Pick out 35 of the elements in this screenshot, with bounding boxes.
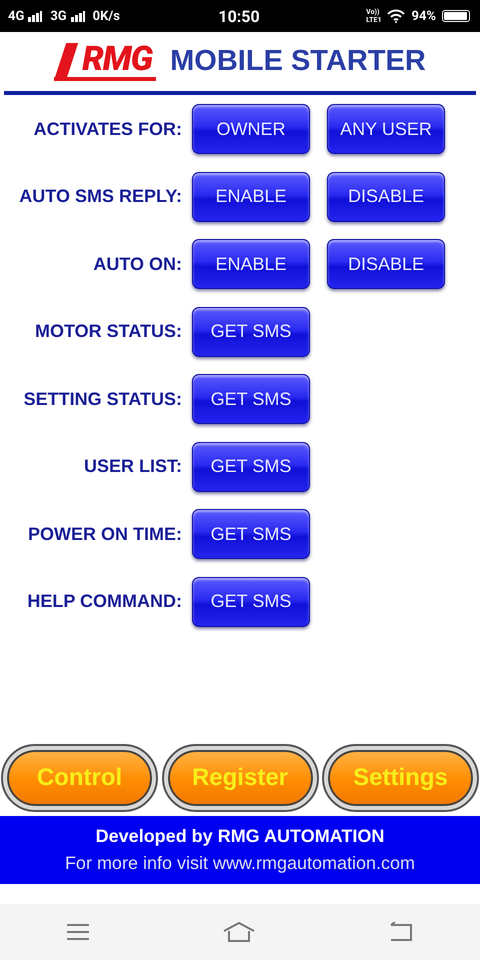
option-button[interactable]: ENABLE: [192, 239, 310, 289]
option-button[interactable]: OWNER: [192, 104, 310, 154]
setting-label: SETTING STATUS:: [22, 388, 183, 410]
credit-text: Developed by RMG AUTOMATION: [96, 826, 384, 846]
option-button[interactable]: GET SMS: [192, 374, 310, 424]
setting-label: ACTIVATES FOR:: [32, 118, 183, 140]
battery-icon: [442, 10, 470, 22]
option-button[interactable]: ANY USER: [327, 104, 445, 154]
wifi-icon: [387, 9, 406, 23]
option-button[interactable]: DISABLE: [327, 172, 445, 222]
back-icon[interactable]: [389, 922, 413, 942]
clock: 10:50: [218, 6, 260, 26]
battery-percent: 94%: [411, 8, 436, 24]
info-text: For more info visit www.rmgautomation.com: [64, 852, 416, 874]
option-button[interactable]: ENABLE: [192, 172, 310, 222]
option-button[interactable]: GET SMS: [192, 442, 310, 492]
network-type: 3G: [50, 8, 67, 24]
signal-icon: [70, 10, 85, 22]
signal-icon: [28, 10, 42, 22]
option-button[interactable]: DISABLE: [327, 239, 445, 289]
setting-label: AUTO ON:: [92, 254, 183, 274]
network-type: 4G: [8, 8, 24, 24]
option-button[interactable]: GET SMS: [192, 576, 310, 626]
option-button[interactable]: GET SMS: [192, 306, 310, 356]
setting-label: AUTO SMS REPLY:: [18, 186, 183, 207]
setting-label: MOTOR STATUS:: [34, 321, 183, 342]
setting-label: USER LIST:: [82, 456, 183, 477]
menu-icon[interactable]: [67, 923, 89, 941]
home-icon[interactable]: [223, 922, 255, 942]
setting-label: POWER ON TIME:: [27, 524, 183, 544]
data-speed: 0K/s: [92, 8, 120, 24]
setting-label: HELP COMMAND:: [26, 591, 183, 612]
logo: RMG: [54, 41, 156, 81]
app-title: MOBILE STARTER: [170, 44, 426, 78]
option-button[interactable]: GET SMS: [192, 509, 310, 559]
